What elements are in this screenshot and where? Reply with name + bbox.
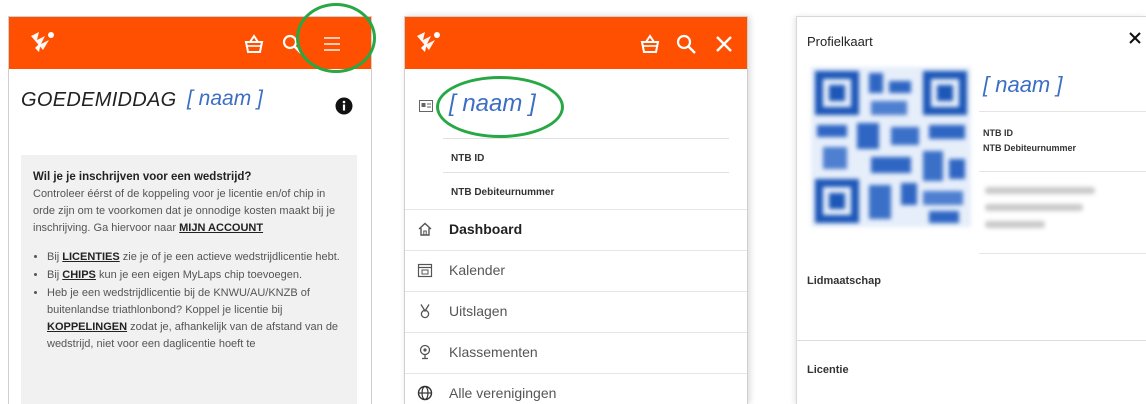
- trophy-icon: [419, 344, 431, 360]
- highlight-circle-name: [436, 76, 564, 138]
- license-section-title: Licentie: [807, 364, 849, 376]
- menu-item-alle-verenigingen[interactable]: Alle verenigingen: [405, 373, 747, 404]
- qr-code: [811, 67, 971, 227]
- links-link[interactable]: KOPPELINGEN: [47, 321, 127, 333]
- competition-info-box: Wil je je inschrijven voor een wedstrijd…: [21, 155, 357, 404]
- dialog-title: Profielkaart: [807, 34, 873, 49]
- user-name-placeholder: [ naam ]: [983, 72, 1063, 97]
- calendar-icon: [417, 263, 433, 278]
- search-icon[interactable]: [675, 33, 697, 55]
- divider: [443, 172, 729, 173]
- home-screen: GOEDEMIDDAG [ naam ] Wil je je inschrijv…: [8, 16, 372, 404]
- divider: [797, 340, 1146, 341]
- bullet-text: Bij: [47, 269, 63, 281]
- menu-screen: [ naam ] NTB ID NTB Debiteurnummer Dashb…: [404, 16, 748, 404]
- basket-icon[interactable]: [243, 33, 265, 55]
- bullet-text: kun je een eigen MyLaps chip toevoegen.: [95, 269, 302, 281]
- divider: [443, 138, 729, 139]
- menu-item-kalender[interactable]: Kalender: [405, 250, 747, 290]
- menu-item-label: Dashboard: [449, 221, 523, 237]
- divider: [979, 171, 1146, 172]
- ntb-id-label: NTB ID: [451, 153, 485, 164]
- close-button[interactable]: [1128, 31, 1142, 45]
- menu-item-uitslagen[interactable]: Uitslagen: [405, 291, 747, 331]
- list-item: Bij LICENTIES zie je of je een actieve w…: [47, 249, 345, 266]
- menu-item-klassementen[interactable]: Klassementen: [405, 332, 747, 372]
- menu-item-dashboard[interactable]: Dashboard: [405, 209, 747, 249]
- redacted-text: [985, 204, 1083, 211]
- menu-item-label: Uitslagen: [449, 303, 508, 319]
- logo-icon[interactable]: [413, 28, 447, 56]
- id-card-icon: [419, 100, 433, 112]
- logo-icon[interactable]: [27, 28, 61, 56]
- ntb-debtor-label: NTB Debiteurnummer: [451, 187, 555, 198]
- divider: [979, 111, 1146, 112]
- ntb-debtor-label: NTB Debiteurnummer: [983, 143, 1077, 153]
- menu-item-label: Kalender: [449, 262, 506, 278]
- info-intro: Controleer éérst of de koppeling voor je…: [33, 186, 345, 237]
- ntb-id-label: NTB ID: [983, 128, 1013, 138]
- info-bullet-list: Bij LICENTIES zie je of je een actieve w…: [33, 249, 345, 353]
- basket-icon[interactable]: [639, 33, 661, 55]
- my-account-link[interactable]: MIJN ACCOUNT: [179, 222, 263, 234]
- bullet-text: zie je of je een actieve wedstrijdlicent…: [119, 251, 340, 263]
- bullet-text: Bij: [47, 251, 63, 263]
- close-icon: [1129, 32, 1141, 44]
- info-icon[interactable]: [335, 97, 353, 115]
- top-bar: [405, 17, 747, 69]
- menu-item-label: Klassementen: [449, 344, 538, 360]
- membership-section-title: Lidmaatschap: [807, 275, 881, 287]
- globe-icon: [417, 385, 433, 401]
- list-item: Bij CHIPS kun je een eigen MyLaps chip t…: [47, 267, 345, 284]
- close-icon[interactable]: [713, 33, 735, 55]
- menu-item-label: Alle verenigingen: [449, 385, 557, 401]
- licenses-link[interactable]: LICENTIES: [62, 251, 119, 263]
- bullet-text: Heb je een wedstrijdlicentie bij de KNWU…: [47, 287, 310, 316]
- redacted-text: [985, 187, 1095, 194]
- user-name-placeholder: [ naam ]: [187, 87, 263, 110]
- profile-card-dialog: Profielkaart [ naam ] NTB ID NTB Debiteu…: [796, 16, 1146, 404]
- highlight-circle-menu: [296, 3, 376, 73]
- home-icon: [418, 222, 432, 236]
- medal-icon: [420, 304, 430, 319]
- list-item: Heb je een wedstrijdlicentie bij de KNWU…: [47, 285, 345, 353]
- chips-link[interactable]: CHIPS: [62, 269, 96, 281]
- redacted-text: [985, 221, 1045, 228]
- greeting-heading: GOEDEMIDDAG: [21, 89, 177, 111]
- divider: [979, 253, 1146, 254]
- info-question: Wil je je inschrijven voor een wedstrijd…: [33, 171, 252, 183]
